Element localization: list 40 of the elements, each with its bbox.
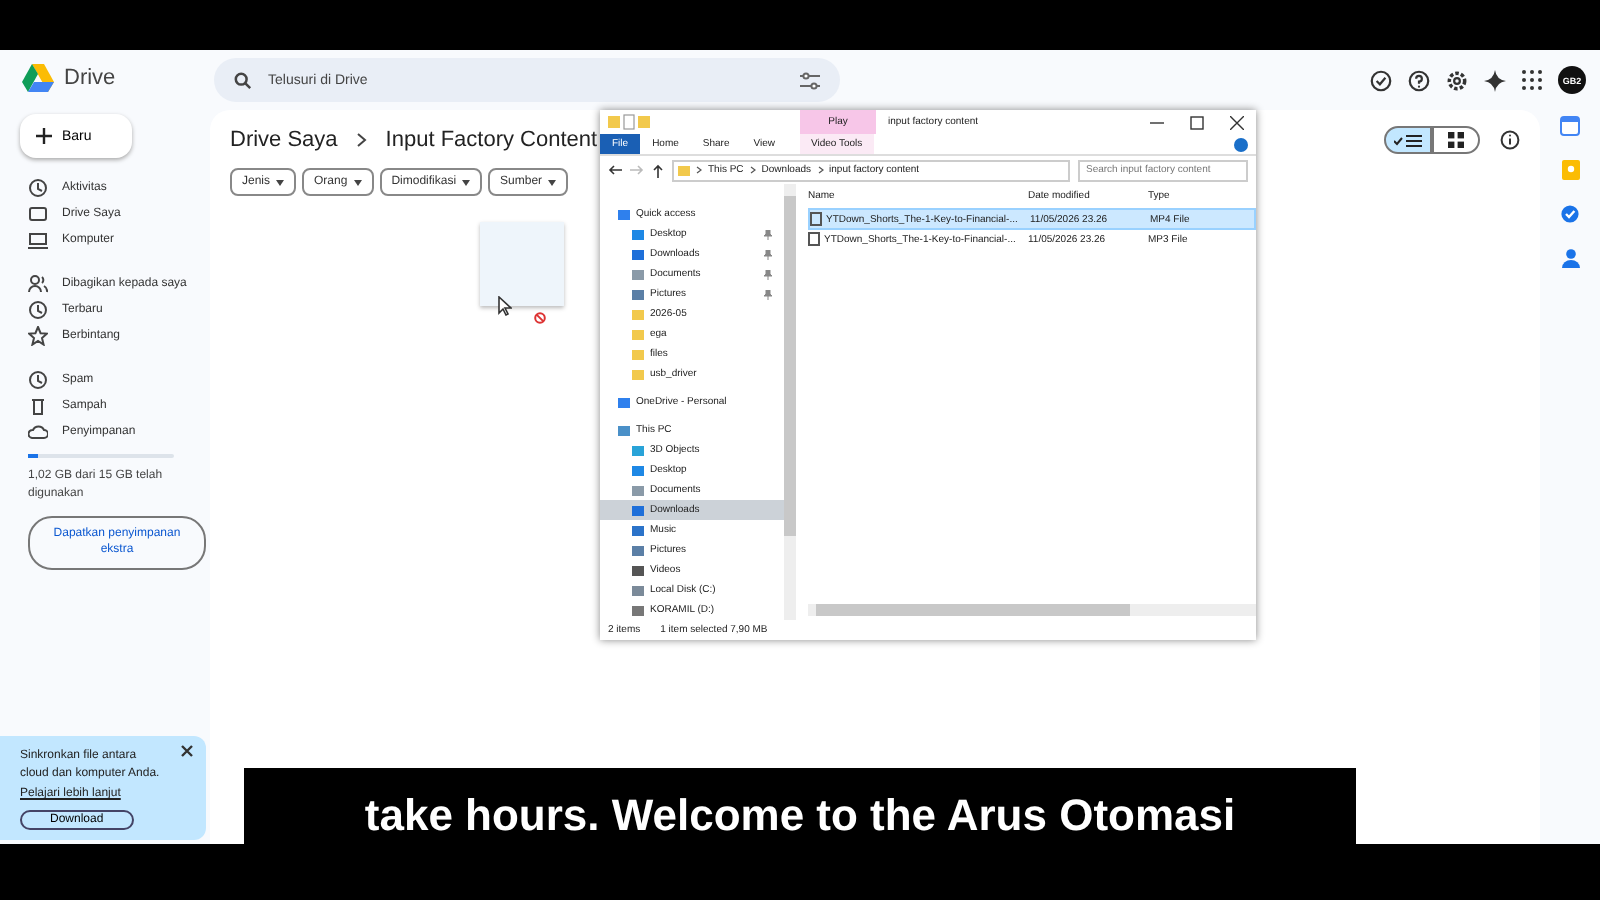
trash-icon [28, 395, 48, 415]
plus-icon [36, 128, 52, 144]
caret-icon [276, 179, 285, 185]
recent-icon [28, 299, 48, 319]
tasks-icon[interactable] [1560, 204, 1580, 224]
search-icon [234, 71, 252, 89]
cursor-icon [498, 296, 512, 316]
list-icon [1394, 133, 1422, 147]
maximize-icon[interactable] [1190, 115, 1204, 129]
caption: take hours. Welcome to the Arus Otomasi [244, 768, 1356, 844]
chevron-icon [355, 132, 368, 148]
drag-preview [480, 222, 564, 306]
chevron-icon [696, 166, 702, 174]
apps-icon[interactable] [1522, 70, 1542, 90]
grid-icon [1448, 132, 1464, 148]
caret-icon [548, 179, 557, 185]
caret-icon [462, 179, 471, 185]
offline-icon[interactable] [1370, 69, 1392, 91]
sparkle-icon[interactable] [1484, 69, 1506, 91]
info-icon[interactable] [1500, 130, 1520, 150]
person-icon[interactable] [1561, 248, 1579, 268]
chevron-icon [749, 166, 756, 174]
app-name: Drive [64, 66, 116, 90]
up-arrow-icon[interactable] [652, 163, 664, 177]
back-arrow-icon[interactable] [608, 164, 622, 176]
breadcrumb-item[interactable]: Drive Saya [230, 128, 338, 152]
close-icon[interactable] [180, 743, 194, 758]
computer-icon [28, 229, 48, 249]
list-view-button[interactable] [1384, 126, 1432, 154]
close-icon[interactable] [1230, 115, 1244, 129]
shared-icon [28, 273, 48, 293]
breadcrumb-item[interactable]: Input Factory Content [385, 128, 598, 152]
no-drop-icon [534, 312, 546, 324]
filter-icon[interactable] [800, 71, 820, 89]
calendar-icon[interactable] [1560, 116, 1580, 136]
settings-icon[interactable] [1446, 69, 1468, 91]
chevron-icon [817, 166, 824, 174]
grid-view-button[interactable] [1432, 126, 1480, 154]
caret-icon [353, 179, 362, 185]
drive-logo-icon [22, 64, 54, 92]
